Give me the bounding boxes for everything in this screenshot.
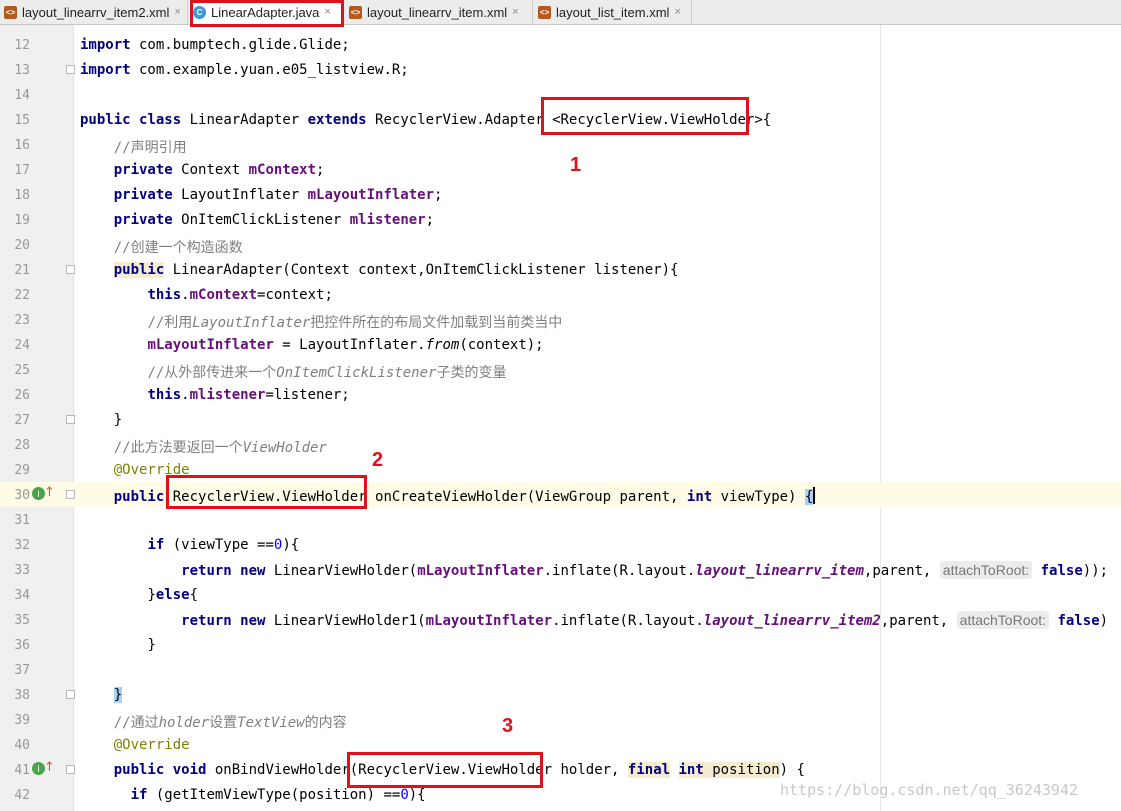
line-number: 42: [14, 788, 30, 803]
code-line-22: 22 this.mContext=context;: [0, 282, 1121, 307]
fold-marker-icon[interactable]: [66, 765, 75, 774]
line-number: 28: [14, 438, 30, 453]
line-number: 40: [14, 738, 30, 753]
override-arrow-icon[interactable]: ↑: [44, 485, 55, 500]
code-line-12: 12 import com.bumptech.glide.Glide;: [0, 32, 1121, 57]
xml-file-icon: <>: [538, 5, 551, 19]
code-line-13: 13 import com.example.yuan.e05_listview.…: [0, 57, 1121, 82]
line-number: 30: [14, 488, 30, 503]
close-icon[interactable]: ×: [174, 6, 180, 18]
code-line-16: 16 //声明引用: [0, 132, 1121, 157]
code-line-41: 41 I ↑ public void onBindViewHolder(Recy…: [0, 757, 1121, 782]
line-number: 15: [14, 113, 30, 128]
editor-tab-bar: <> layout_linearrv_item2.xml × C LinearA…: [0, 0, 1121, 25]
code-line-31: 31: [0, 507, 1121, 532]
code-line-37: 37: [0, 657, 1121, 682]
line-number: 36: [14, 638, 30, 653]
line-number: 38: [14, 688, 30, 703]
close-icon[interactable]: ×: [512, 6, 518, 18]
tab-layout-list-item[interactable]: <> layout_list_item.xml ×: [534, 0, 692, 24]
code-line-40: 40 @Override: [0, 732, 1121, 757]
line-number: 13: [14, 63, 30, 78]
close-icon[interactable]: ×: [674, 6, 680, 18]
line-number: 34: [14, 588, 30, 603]
line-number: 22: [14, 288, 30, 303]
line-number: 19: [14, 213, 30, 228]
highlight-box-3: [347, 752, 543, 788]
highlight-box-active-tab: [190, 0, 344, 27]
xml-file-icon: <>: [349, 5, 362, 19]
tab-label: layout_list_item.xml: [556, 4, 670, 20]
line-number: 20: [14, 238, 30, 253]
line-number: 25: [14, 363, 30, 378]
highlight-box-1: [541, 97, 749, 135]
code-line-21: 21 public LinearAdapter(Context context,…: [0, 257, 1121, 282]
line-number: 16: [14, 138, 30, 153]
fold-marker-icon[interactable]: [66, 65, 75, 74]
line-number: 18: [14, 188, 30, 203]
line-number: 37: [14, 663, 30, 678]
line-number: 35: [14, 613, 30, 628]
line-number: 32: [14, 538, 30, 553]
text-caret: [813, 487, 816, 504]
line-number: 12: [14, 38, 30, 53]
annotation-number-3: 3: [502, 715, 514, 737]
parameter-hint: attachToRoot:: [956, 611, 1050, 629]
code-line-39: 39 //通过holder设置TextView的内容: [0, 707, 1121, 732]
line-number: 39: [14, 713, 30, 728]
code-line-27: 27 }: [0, 407, 1121, 432]
tab-layout-linearrv-item2[interactable]: <> layout_linearrv_item2.xml ×: [0, 0, 188, 24]
fold-marker-icon[interactable]: [66, 415, 75, 424]
line-number: 23: [14, 313, 30, 328]
code-line-26: 26 this.mlistener=listener;: [0, 382, 1121, 407]
parameter-hint: attachToRoot:: [939, 561, 1033, 579]
line-number: 24: [14, 338, 30, 353]
line-number: 26: [14, 388, 30, 403]
highlight-box-2: [166, 475, 367, 509]
fold-marker-icon[interactable]: [66, 490, 75, 499]
line-number: 14: [14, 88, 30, 103]
code-line-19: 19 private OnItemClickListener mlistener…: [0, 207, 1121, 232]
code-line-34: 34 }else{: [0, 582, 1121, 607]
line-number: 29: [14, 463, 30, 478]
watermark: https://blog.csdn.net/qq_36243942: [780, 781, 1079, 799]
code-line-17: 17 private Context mContext;: [0, 157, 1121, 182]
line-number: 21: [14, 263, 30, 278]
fold-marker-icon[interactable]: [66, 690, 75, 699]
override-arrow-icon[interactable]: ↑: [44, 760, 55, 775]
code-line-18: 18 private LayoutInflater mLayoutInflate…: [0, 182, 1121, 207]
code-line-38: 38 }: [0, 682, 1121, 707]
line-number: 27: [14, 413, 30, 428]
code-line-23: 23 //利用LayoutInflater把控件所在的布局文件加载到当前类当中: [0, 307, 1121, 332]
tab-layout-linearrv-item[interactable]: <> layout_linearrv_item.xml ×: [345, 0, 533, 24]
annotation-number-2: 2: [372, 449, 384, 471]
code-line-33: 33 return new LinearViewHolder(mLayoutIn…: [0, 557, 1121, 582]
code-line-20: 20 //创建一个构造函数: [0, 232, 1121, 257]
xml-file-icon: <>: [4, 5, 17, 19]
code-line-36: 36 }: [0, 632, 1121, 657]
fold-marker-icon[interactable]: [66, 265, 75, 274]
line-number: 31: [14, 513, 30, 528]
code-line-35: 35 return new LinearViewHolder1(mLayoutI…: [0, 607, 1121, 632]
line-number: 41: [14, 763, 30, 778]
tab-label: layout_linearrv_item2.xml: [22, 4, 170, 20]
code-line-24: 24 mLayoutInflater = LayoutInflater.from…: [0, 332, 1121, 357]
code-line-32: 32 if (viewType ==0){: [0, 532, 1121, 557]
tab-label: layout_linearrv_item.xml: [367, 4, 508, 20]
line-number: 17: [14, 163, 30, 178]
line-number: 33: [14, 563, 30, 578]
code-line-25: 25 //从外部传进来一个OnItemClickListener子类的变量: [0, 357, 1121, 382]
annotation-number-1: 1: [570, 154, 582, 176]
code-line-28: 28 //此方法要返回一个ViewHolder: [0, 432, 1121, 457]
